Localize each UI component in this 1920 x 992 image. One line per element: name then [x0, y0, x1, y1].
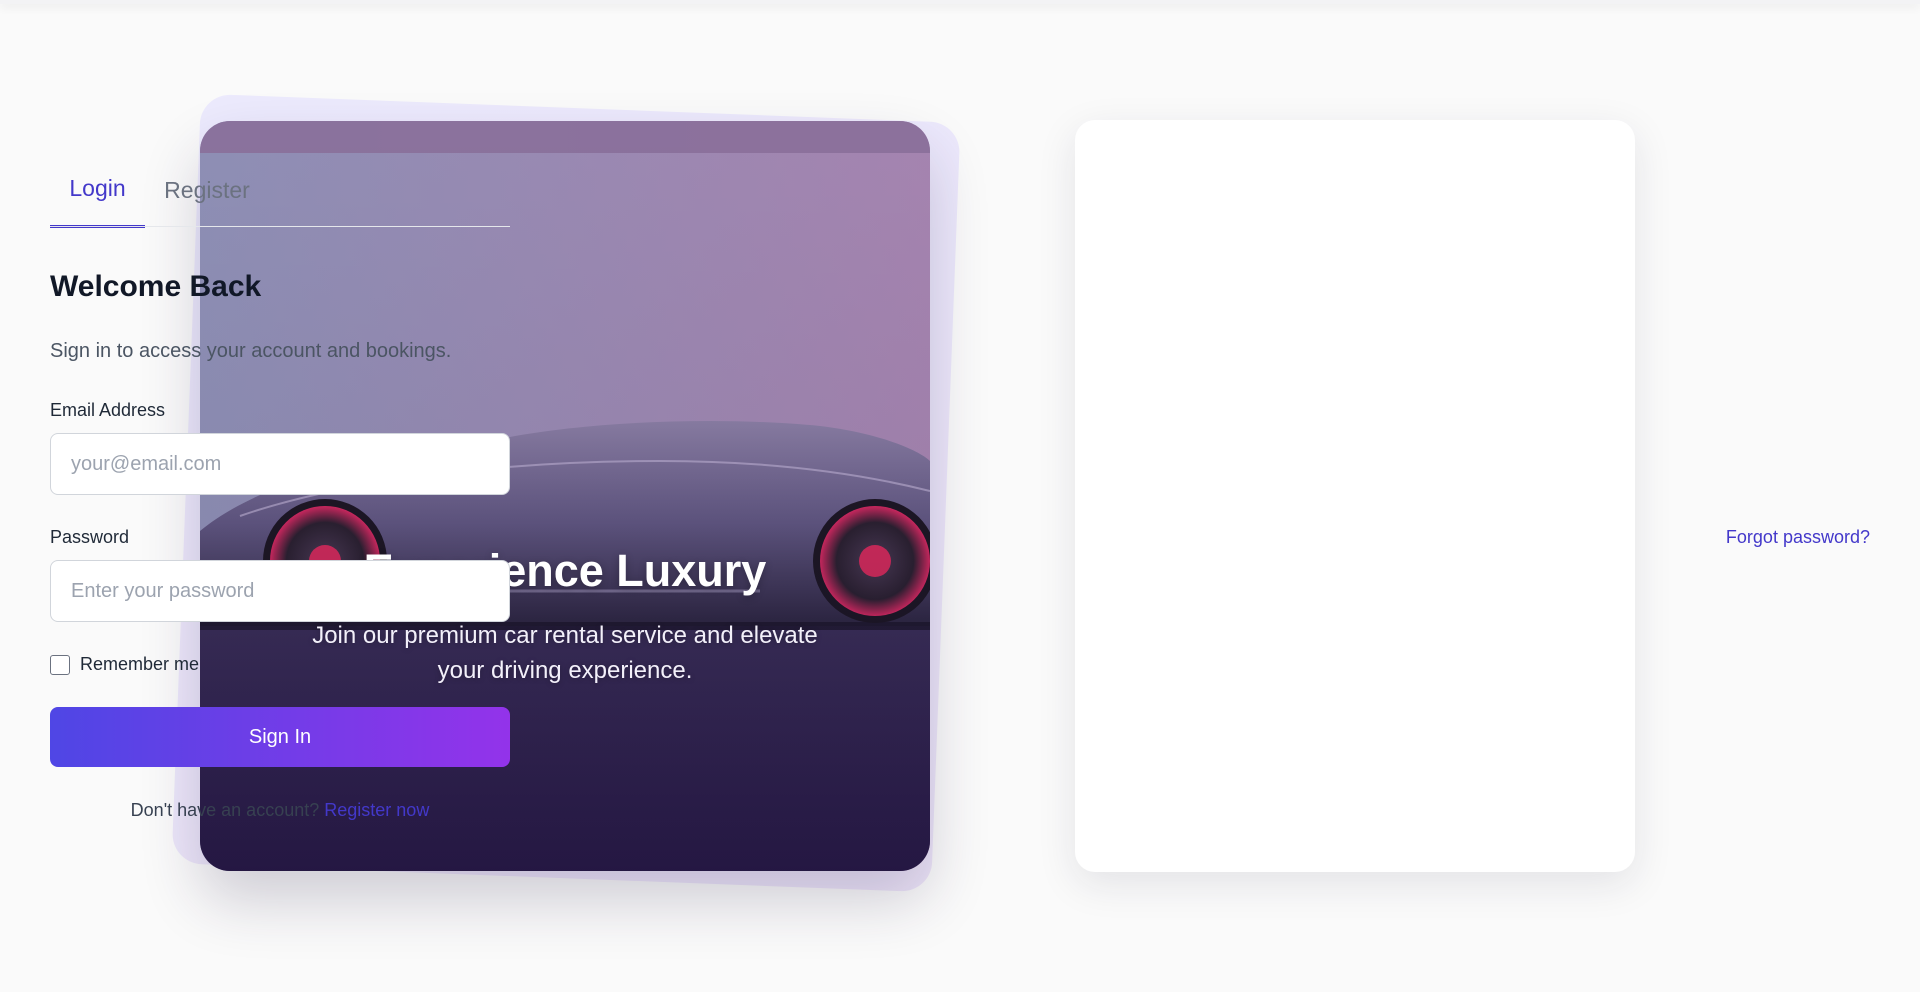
password-label: Password	[50, 527, 130, 547]
sign-in-button[interactable]: Sign In	[50, 707, 510, 767]
hero-subtitle: Join our premium car rental service and …	[312, 622, 818, 684]
register-now-link[interactable]: Register now	[324, 800, 429, 820]
register-prompt-text: Don't have an account?	[130, 800, 320, 820]
page-subtitle: Sign in to access your account and booki…	[50, 340, 452, 362]
tab-register[interactable]: Register	[145, 166, 269, 228]
tab-register-label: Register	[164, 176, 250, 203]
password-field[interactable]	[50, 560, 510, 622]
top-bar	[0, 0, 1920, 4]
email-label: Email Address	[50, 400, 166, 420]
auth-card	[1075, 120, 1635, 872]
email-field[interactable]	[50, 433, 510, 495]
forgot-password-link[interactable]: Forgot password?	[1726, 527, 1870, 548]
tabs-divider	[50, 226, 510, 227]
page-title: Welcome Back	[50, 270, 262, 303]
remember-me-label: Remember me	[80, 654, 200, 674]
remember-me[interactable]: Remember me	[50, 654, 199, 675]
tab-login[interactable]: Login	[50, 166, 145, 228]
tab-login-label: Login	[69, 175, 126, 201]
remember-me-checkbox[interactable]	[50, 654, 70, 675]
register-prompt: Don't have an account? Register now	[50, 800, 510, 821]
